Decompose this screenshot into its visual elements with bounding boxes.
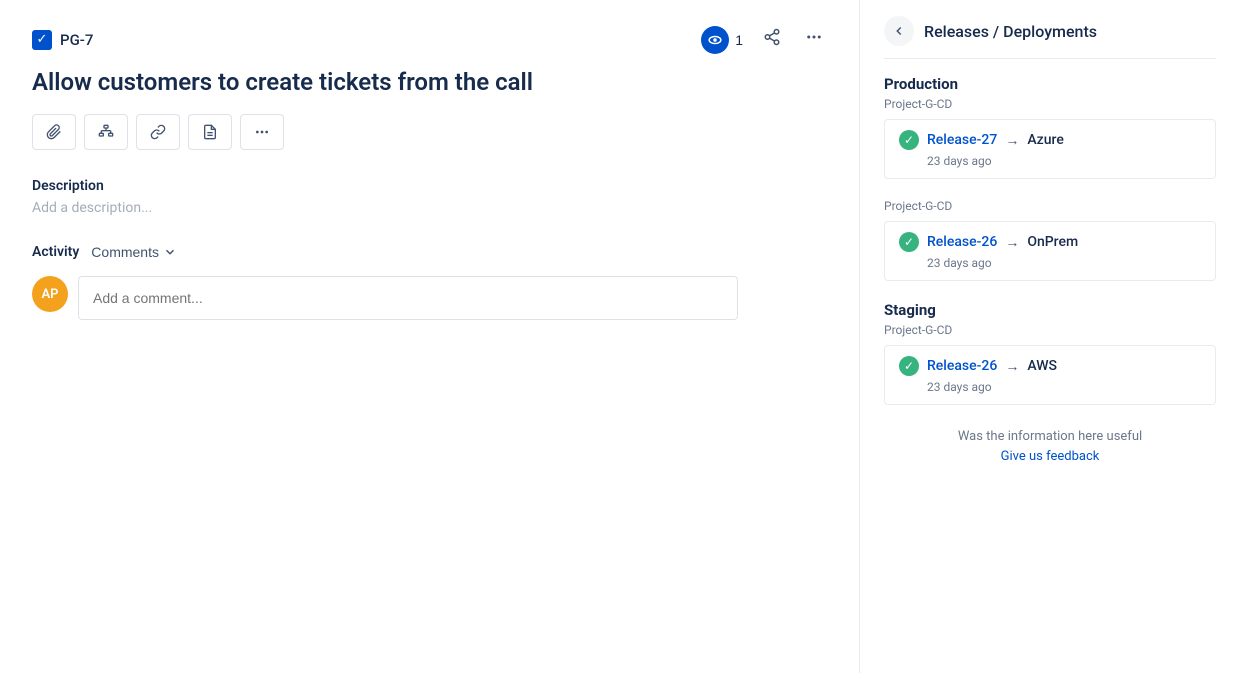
feedback-section: Was the information here useful Give us … xyxy=(884,429,1216,464)
release-time-27: 23 days ago xyxy=(927,154,1201,168)
environment-production-onprem: Project-G-CD ✓ Release-26 → OnPrem 23 da… xyxy=(884,199,1216,281)
environment-staging: Staging Project-G-CD ✓ Release-26 → AWS … xyxy=(884,301,1216,405)
side-panel-title: Releases / Deployments xyxy=(924,22,1097,41)
action-toolbar xyxy=(32,114,827,150)
more-toolbar-button[interactable] xyxy=(240,114,284,150)
arrow-27: → xyxy=(1005,132,1019,149)
ticket-title: Allow customers to create tickets from t… xyxy=(32,67,782,98)
side-panel-header: Releases / Deployments xyxy=(884,16,1216,59)
release-link-26-aws[interactable]: Release-26 xyxy=(927,358,997,374)
activity-label: Activity xyxy=(32,244,79,260)
release-time-26-onprem: 23 days ago xyxy=(927,256,1201,270)
check-icon-26-onprem: ✓ xyxy=(899,232,919,252)
release-target-26-aws: AWS xyxy=(1027,358,1057,374)
env-name-staging: Staging xyxy=(884,301,1216,319)
hierarchy-button[interactable] xyxy=(84,114,128,150)
release-card-26-onprem: ✓ Release-26 → OnPrem 23 days ago xyxy=(884,221,1216,281)
env-name-production: Production xyxy=(884,75,1216,93)
ticket-checkbox: ✓ xyxy=(32,30,52,50)
comments-label: Comments xyxy=(91,244,159,260)
release-link-26-onprem[interactable]: Release-26 xyxy=(927,234,997,250)
project-name-production-2: Project-G-CD xyxy=(884,199,1216,213)
check-icon-27-azure: ✓ xyxy=(899,130,919,150)
document-button[interactable] xyxy=(188,114,232,150)
share-button[interactable] xyxy=(759,24,785,55)
release-card-27-azure: ✓ Release-27 → Azure 23 days ago xyxy=(884,119,1216,179)
arrow-26-aws: → xyxy=(1005,358,1019,375)
release-target-27: Azure xyxy=(1027,132,1064,148)
environment-production: Production Project-G-CD ✓ Release-27 → A… xyxy=(884,75,1216,179)
release-time-26-aws: 23 days ago xyxy=(927,380,1201,394)
comment-input[interactable] xyxy=(78,276,738,320)
back-button[interactable] xyxy=(884,16,914,46)
watch-icon xyxy=(701,26,729,54)
release-target-26-onprem: OnPrem xyxy=(1027,234,1078,250)
feedback-link[interactable]: Give us feedback xyxy=(1001,449,1100,464)
feedback-question: Was the information here useful xyxy=(884,429,1216,444)
attachment-button[interactable] xyxy=(32,114,76,150)
release-card-26-aws: ✓ Release-26 → AWS 23 days ago xyxy=(884,345,1216,405)
link-button[interactable] xyxy=(136,114,180,150)
ticket-id: PG-7 xyxy=(60,31,93,49)
watch-button[interactable]: 1 xyxy=(701,26,743,54)
description-label: Description xyxy=(32,178,827,194)
check-icon-26-aws: ✓ xyxy=(899,356,919,376)
watch-count: 1 xyxy=(735,32,743,48)
description-placeholder[interactable]: Add a description... xyxy=(32,200,827,216)
more-options-button[interactable] xyxy=(801,24,827,55)
project-name-production-1: Project-G-CD xyxy=(884,97,1216,111)
comments-dropdown[interactable]: Comments xyxy=(91,244,177,260)
release-link-27[interactable]: Release-27 xyxy=(927,132,997,148)
project-name-staging: Project-G-CD xyxy=(884,323,1216,337)
avatar: AP xyxy=(32,276,68,312)
arrow-26-onprem: → xyxy=(1005,234,1019,251)
